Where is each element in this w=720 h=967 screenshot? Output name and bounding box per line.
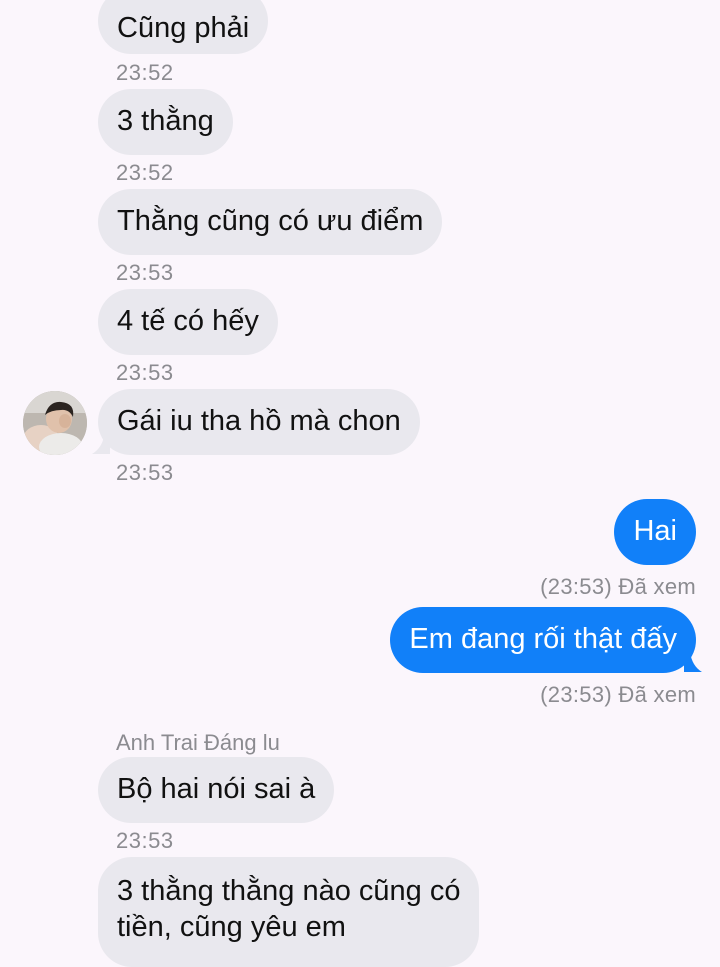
message-timestamp: 23:53: [116, 460, 174, 485]
message-timestamp: 23:53: [116, 260, 174, 285]
message-bubble-incoming[interactable]: 3 thằng thằng nào cũng có tiền, cũng yêu…: [98, 857, 480, 967]
message-line: tiền, cũng yêu em: [117, 911, 346, 943]
message-bubble-outgoing[interactable]: Hai: [614, 499, 696, 565]
message-bubble-incoming[interactable]: Thằng cũng có ưu điểm: [98, 189, 443, 255]
chat-thread[interactable]: Cũng phải 23:52 3 thằng 23:52 Thằng cũng…: [0, 0, 720, 967]
message-timestamp: 23:52: [116, 60, 174, 85]
contact-avatar[interactable]: [23, 391, 87, 455]
message-bubble-incoming[interactable]: 3 thằng: [98, 89, 233, 155]
message-bubble-outgoing[interactable]: Em đang rối thật đấy: [390, 607, 696, 673]
message-timestamp: 23:53: [116, 828, 174, 853]
seen-status: (23:53) Đã xem: [540, 682, 696, 707]
sender-name: Anh Trai Đáng lu: [116, 730, 280, 755]
seen-status: (23:53) Đã xem: [540, 574, 696, 599]
message-timestamp: 23:52: [116, 160, 174, 185]
message-bubble-incoming[interactable]: 4 tế có hếy: [98, 289, 278, 355]
message-bubble-incoming[interactable]: Bộ hai nói sai à: [98, 757, 335, 823]
message-bubble-incoming[interactable]: Cũng phải: [98, 0, 269, 54]
message-bubble-incoming[interactable]: Gái iu tha hồ mà chon: [98, 389, 420, 455]
avatar-photo-icon: [23, 391, 87, 455]
message-timestamp: 23:53: [116, 360, 174, 385]
message-line: 3 thằng thằng nào cũng có: [117, 875, 461, 907]
